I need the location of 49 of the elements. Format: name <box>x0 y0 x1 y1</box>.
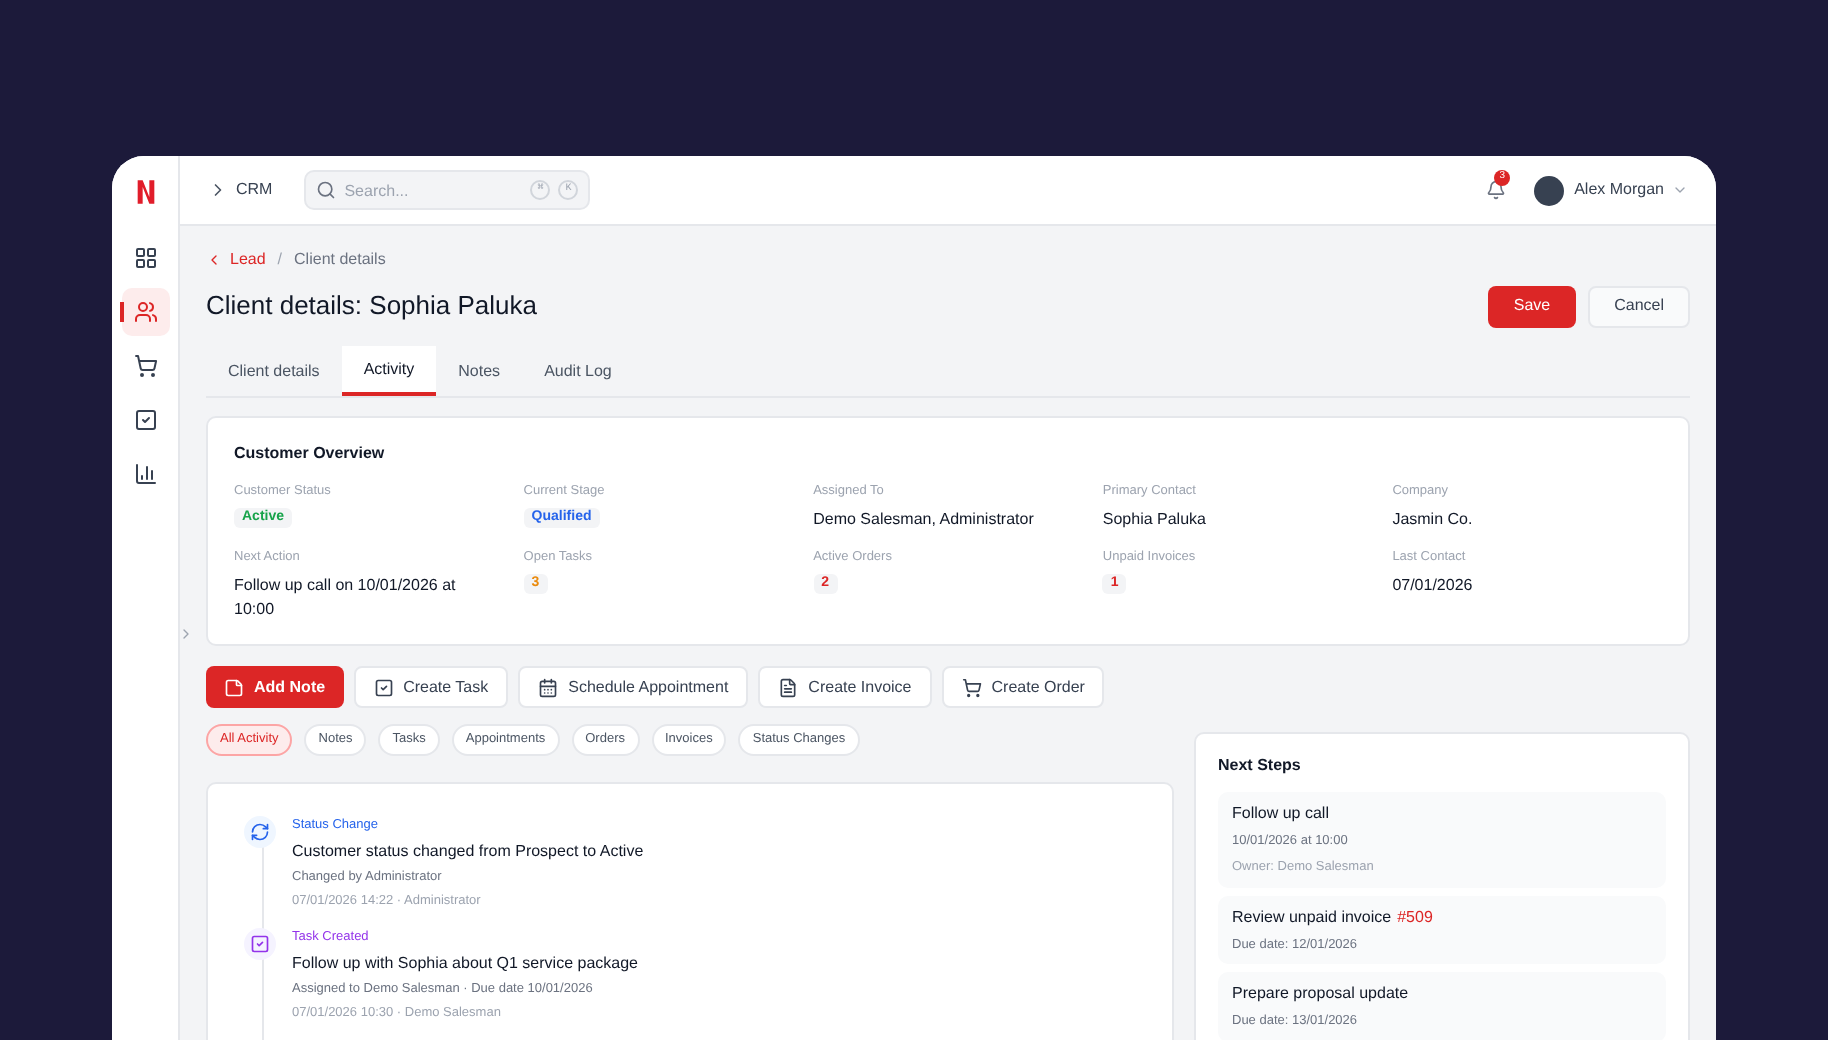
checkbox-icon <box>373 677 394 697</box>
checkbox-icon <box>133 408 157 432</box>
action-button[interactable]: Create Invoice <box>758 666 932 708</box>
tab[interactable]: Activity <box>341 346 437 396</box>
bar-chart-icon <box>133 462 157 486</box>
field-value: Sophia Paluka <box>1102 507 1206 532</box>
field-value: Demo Salesman, Administrator <box>813 507 1034 532</box>
grid-icon <box>133 246 157 270</box>
breadcrumb-separator: / <box>277 248 283 272</box>
back-icon[interactable] <box>206 252 222 268</box>
page-title: Client details: Sophia Paluka <box>206 288 539 325</box>
action-button[interactable]: Create Task <box>353 666 509 708</box>
card-title: Next Steps <box>1218 754 1303 778</box>
action-button[interactable]: Schedule Appointment <box>518 666 749 708</box>
action-button[interactable]: Create Order <box>941 666 1105 708</box>
activity-title: Customer status changed from Prospect to Active <box>292 839 644 864</box>
checkbox-icon <box>250 934 270 955</box>
tab[interactable]: Client details <box>206 346 342 396</box>
document-icon <box>778 677 799 697</box>
avatar <box>1534 175 1565 205</box>
field-value: Jasmin Co. <box>1392 507 1473 532</box>
tab[interactable]: Audit Log <box>522 346 634 396</box>
step-title: Review unpaid invoice <box>1232 905 1392 929</box>
cancel-button[interactable]: Cancel <box>1588 285 1690 327</box>
action-button[interactable]: Add Note <box>206 666 344 708</box>
users-icon <box>133 300 157 324</box>
cart-icon <box>133 354 157 378</box>
card-title: Customer Overview <box>234 442 387 466</box>
chevron-down-icon[interactable] <box>1672 182 1688 198</box>
note-icon <box>224 677 244 697</box>
activity-title: Follow up with Sophia about Q1 service package <box>292 952 638 976</box>
step-title: Follow up call <box>1232 802 1329 826</box>
sidebar-item[interactable] <box>121 288 169 336</box>
field-value: 07/01/2026 <box>1392 573 1473 597</box>
tab[interactable]: Notes <box>436 346 523 396</box>
breadcrumb-current: Client details <box>294 248 386 272</box>
invoice-link[interactable]: #509 <box>1397 905 1433 929</box>
step-title: Prepare proposal update <box>1232 982 1409 1007</box>
refresh-icon <box>250 822 270 842</box>
user-name[interactable]: Alex Morgan <box>1574 178 1664 202</box>
save-button[interactable]: Save <box>1487 285 1577 327</box>
cart-icon <box>961 677 982 697</box>
breadcrumb-link[interactable]: Lead <box>230 248 266 272</box>
bell-icon[interactable] <box>1486 180 1507 200</box>
section-label: CRM <box>236 178 273 202</box>
logo-icon <box>135 176 155 208</box>
field-value: Follow up call on 10/01/2026 at 10:00 <box>234 573 458 621</box>
search-icon <box>316 180 337 200</box>
calendar-icon <box>538 677 559 697</box>
